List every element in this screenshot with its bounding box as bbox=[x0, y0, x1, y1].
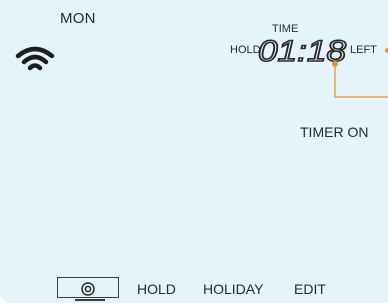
time-value: 01:18 bbox=[258, 35, 346, 64]
day-label: MON bbox=[60, 10, 96, 27]
power-button-underline bbox=[75, 299, 105, 301]
edit-button[interactable]: EDIT bbox=[294, 281, 326, 297]
power-icon bbox=[81, 281, 95, 296]
thermostat-screen: MON HOLD TIME 01:18 LEFT TIMER ON HOLD H… bbox=[0, 0, 388, 303]
left-label: LEFT bbox=[350, 44, 377, 56]
wifi-icon bbox=[15, 46, 55, 71]
time-readout: 01:18 bbox=[258, 34, 347, 64]
power-button[interactable] bbox=[57, 277, 119, 298]
timer-status: TIMER ON bbox=[300, 124, 369, 140]
holiday-button[interactable]: HOLIDAY bbox=[203, 281, 263, 297]
hold-button[interactable]: HOLD bbox=[137, 281, 176, 297]
hold-indicator: HOLD bbox=[230, 44, 261, 56]
